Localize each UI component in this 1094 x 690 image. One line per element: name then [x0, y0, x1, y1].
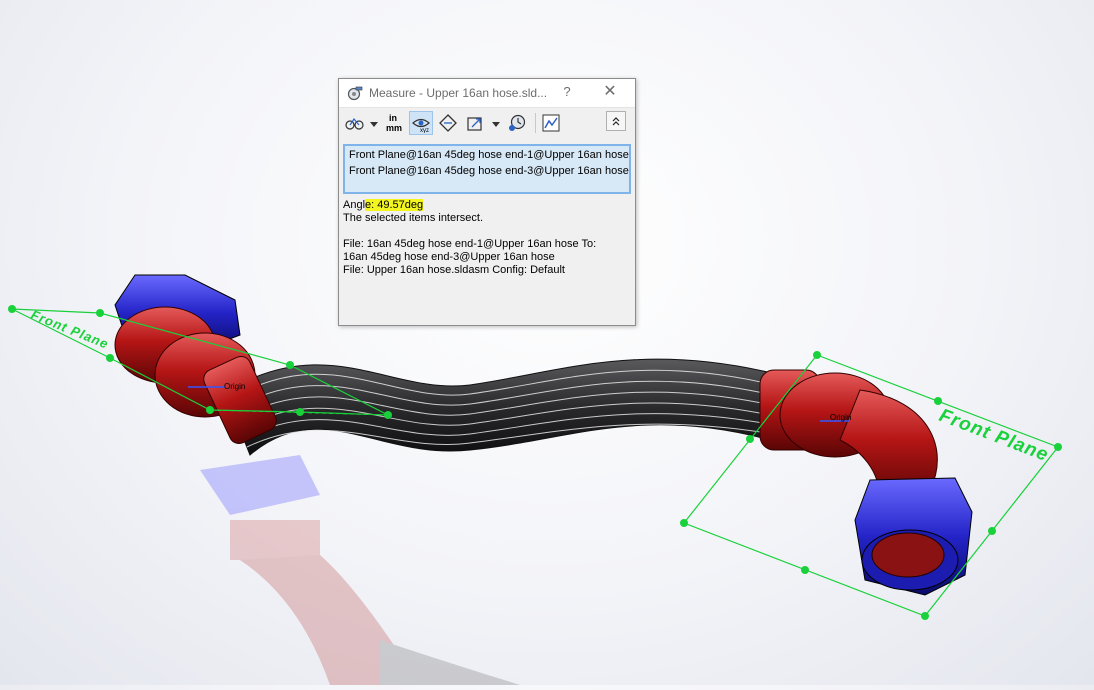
selection-item[interactable]: Front Plane@16an 45deg hose end-3@Upper … — [345, 163, 629, 179]
measurement-history-button[interactable] — [505, 111, 529, 135]
double-chevron-up-icon — [612, 117, 620, 126]
projection-button[interactable] — [463, 111, 487, 135]
measure-toolbar: in mm xyz — [339, 108, 635, 138]
selection-item[interactable]: Front Plane@16an 45deg hose end-1@Upper … — [345, 147, 629, 163]
svg-text:xyz: xyz — [420, 128, 429, 133]
angle-label-prefix: Angl — [343, 199, 366, 211]
floor-reflection — [200, 455, 520, 685]
right-origin-label: Origin — [830, 413, 851, 422]
point-to-point-button[interactable] — [436, 111, 460, 135]
projection-icon — [467, 117, 482, 131]
units-precision-button[interactable]: in mm — [383, 111, 407, 135]
measure-results: Angle: 49.57deg The selected items inter… — [343, 199, 631, 277]
selection-list[interactable]: Front Plane@16an 45deg hose end-1@Upper … — [343, 144, 631, 194]
svg-text:in: in — [389, 113, 397, 123]
measurement-history-icon — [509, 114, 526, 131]
point-to-point-icon — [439, 114, 457, 132]
measure-tape-icon — [347, 85, 363, 101]
projection-dropdown[interactable] — [492, 122, 500, 127]
measure-dialog[interactable]: Measure - Upper 16an hose.sld... ? ✕ in … — [338, 78, 636, 326]
show-xyz-measurements-icon: xyz — [412, 118, 430, 133]
dialog-titlebar[interactable]: Measure - Upper 16an hose.sld... ? ✕ — [339, 79, 635, 108]
hose-body[interactable] — [224, 358, 781, 456]
intersect-status: The selected items intersect. — [343, 212, 484, 224]
file-info-line: 16an 45deg hose end-3@Upper 16an hose — [343, 251, 555, 263]
file-info-line: File: Upper 16an hose.sldasm Config: Def… — [343, 264, 565, 276]
angle-result: Angle: 49.57deg — [343, 199, 631, 212]
help-button[interactable]: ? — [559, 84, 575, 100]
angle-value-highlight: e: 49.57deg — [365, 199, 424, 211]
dialog-title: Measure - Upper 16an hose.sld... — [369, 86, 548, 100]
units-precision-icon: in mm — [386, 113, 402, 133]
collapse-results-button[interactable] — [606, 111, 626, 131]
arc-circle-measure-icon — [345, 117, 364, 130]
right-plane-label: Front Plane — [936, 405, 1051, 466]
close-button[interactable]: ✕ — [601, 83, 619, 101]
arc-options-dropdown[interactable] — [370, 122, 378, 127]
file-info-line: File: 16an 45deg hose end-1@Upper 16an h… — [343, 238, 597, 250]
left-origin-label: Origin — [224, 382, 245, 391]
create-sensor-button[interactable] — [539, 111, 563, 135]
svg-text:mm: mm — [386, 123, 402, 133]
toolbar-separator — [535, 113, 536, 133]
left-hose-end-fitting[interactable]: Origin — [114, 274, 280, 447]
arc-circle-measure-button[interactable] — [343, 111, 367, 135]
create-sensor-icon — [542, 114, 560, 132]
show-xyz-measurements-button[interactable]: xyz — [409, 111, 433, 135]
